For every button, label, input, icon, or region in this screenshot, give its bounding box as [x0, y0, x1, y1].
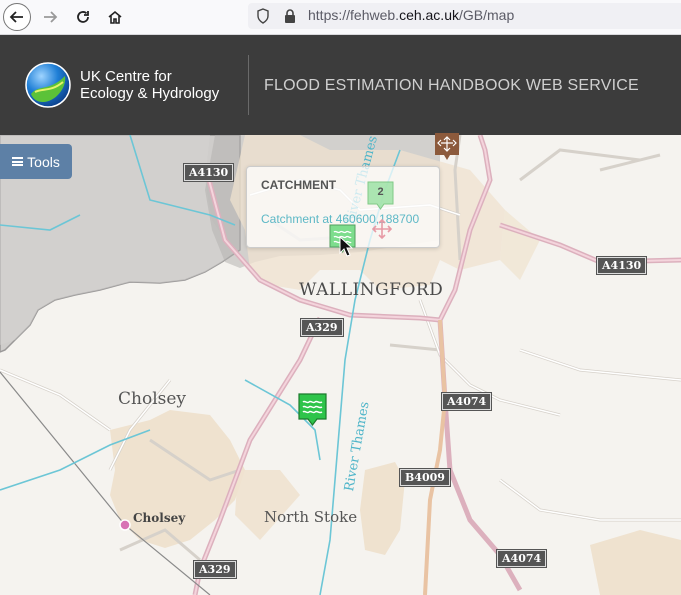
menu-icon: [12, 157, 24, 166]
tools-label: Tools: [27, 153, 60, 170]
arrow-left-icon: [9, 11, 23, 23]
move-icon: [372, 219, 392, 239]
place-label-wallingford: WALLINGFORD: [299, 280, 444, 300]
address-bar[interactable]: https://fehweb.ceh.ac.uk/GB/map: [248, 3, 681, 29]
home-icon: [108, 10, 122, 24]
station-label-cholsey: Cholsey: [133, 511, 186, 525]
browser-toolbar: https://fehweb.ceh.ac.uk/GB/map: [0, 0, 681, 35]
org-name-line2: Ecology & Hydrology: [80, 85, 220, 102]
tools-button[interactable]: Tools: [0, 144, 72, 179]
road-label-a4074-north: A4074: [440, 392, 493, 411]
popup-title: CATCHMENT: [261, 178, 337, 192]
road-label-a4074-south: A4074: [495, 549, 548, 568]
road-label-a4130-east: A4130: [595, 256, 648, 275]
arrow-right-icon: [44, 11, 58, 23]
road-label-a329-south: A329: [193, 560, 237, 579]
place-label-cholsey: Cholsey: [118, 389, 187, 409]
shield-icon[interactable]: [256, 8, 270, 24]
header-divider: [248, 55, 249, 115]
org-name-line1: UK Centre for: [80, 68, 172, 85]
service-title: FLOOD ESTIMATION HANDBOOK WEB SERVICE: [264, 77, 639, 94]
reload-button[interactable]: [69, 3, 97, 31]
brown-marker-icon[interactable]: [433, 133, 461, 161]
reload-icon: [77, 11, 89, 23]
url-text[interactable]: https://fehweb.ceh.ac.uk/GB/map: [308, 7, 514, 23]
ukceh-logo-icon[interactable]: [25, 62, 71, 108]
place-label-north-stoke: North Stoke: [264, 508, 358, 526]
forward-button[interactable]: [36, 3, 64, 31]
home-button[interactable]: [101, 3, 129, 31]
road-label-a329-north: A329: [300, 318, 344, 337]
gauging-station-marker-icon[interactable]: [298, 393, 327, 427]
lock-icon[interactable]: [283, 8, 297, 24]
road-label-a4130-west: A4130: [182, 163, 235, 182]
site-header: UK Centre for Ecology & Hydrology FLOOD …: [0, 35, 681, 135]
org-name: UK Centre for Ecology & Hydrology: [80, 68, 240, 102]
cluster-count: 2: [377, 186, 384, 198]
road-label-b4009: B4009: [399, 468, 451, 487]
back-button[interactable]: [3, 3, 31, 31]
mouse-cursor-icon: [339, 236, 353, 257]
